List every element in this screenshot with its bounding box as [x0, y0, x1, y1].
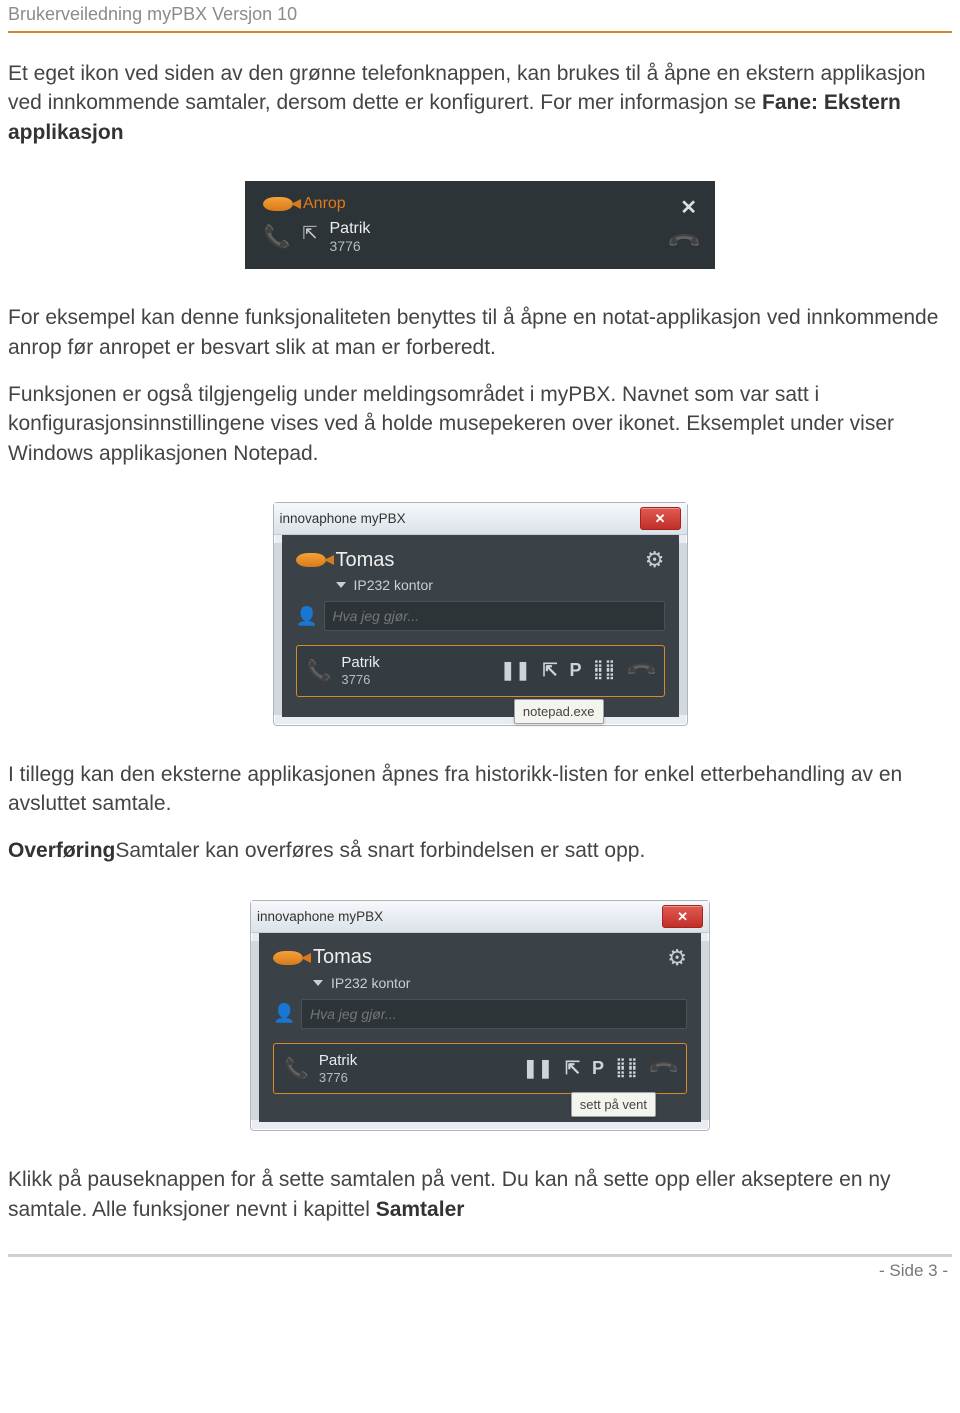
call-number: 3776 [319, 1070, 357, 1086]
park-p-icon[interactable]: P [570, 660, 582, 681]
active-call-box: 📞 Patrik 3776 ❚❚ ⇱ P ⠿⠿⠿⠿ 📞 notepad.exe [296, 645, 665, 697]
mypbx-window-notepad: innovaphone myPBX ✕ Tomas ⚙ IP232 kontor… [273, 502, 688, 726]
window-titlebar: innovaphone myPBX ✕ [274, 503, 687, 535]
fish-icon [263, 197, 293, 211]
device-label: IP232 kontor [354, 577, 433, 593]
scrollbar-right[interactable] [678, 543, 687, 715]
dialpad-icon[interactable]: ⠿⠿⠿⠿ [594, 662, 617, 680]
dialpad-icon[interactable]: ⠿⠿⠿⠿ [616, 1060, 639, 1078]
window-body: Tomas ⚙ IP232 kontor 👤 📞 Patrik 3776 [259, 933, 701, 1123]
paragraph-3: Funksjonen er også tilgjengelig under me… [8, 380, 952, 468]
footer-divider [8, 1254, 952, 1257]
tooltip-notepad: notepad.exe [514, 699, 604, 724]
pause-icon[interactable]: ❚❚ [500, 660, 530, 681]
presence-icon: 👤 [296, 606, 314, 627]
caller-info: Patrik 3776 [330, 219, 371, 255]
figure-2-container: innovaphone myPBX ✕ Tomas ⚙ IP232 kontor… [8, 502, 952, 726]
pause-icon[interactable]: ❚❚ [523, 1058, 553, 1079]
caller-number: 3776 [330, 238, 371, 255]
window-title: innovaphone myPBX [280, 511, 406, 526]
call-number: 3776 [341, 672, 379, 688]
caller-name: Patrik [330, 219, 371, 238]
gear-icon[interactable]: ⚙ [645, 547, 665, 573]
window-title: innovaphone myPBX [257, 909, 383, 924]
paragraph-5: OverføringSamtaler kan overføres så snar… [8, 836, 952, 865]
paragraph-2: For eksempel kan denne funksjonaliteten … [8, 303, 952, 362]
call-actions: ❚❚ ⇱ P ⠿⠿⠿⠿ 📞 [500, 658, 653, 683]
call-actions: ❚❚ ⇱ P ⠿⠿⠿⠿ 📞 [523, 1056, 676, 1081]
incoming-call-bar: Anrop ✕ 📞 ⇱ Patrik 3776 📞 [245, 181, 715, 269]
page-number: - Side 3 - [8, 1261, 952, 1281]
device-label: IP232 kontor [331, 975, 410, 991]
call-name: Patrik [341, 654, 379, 672]
external-app-icon[interactable]: ⇱ [542, 660, 557, 681]
mypbx-window-hold: innovaphone myPBX ✕ Tomas ⚙ IP232 kontor… [250, 900, 710, 1132]
hangup-icon[interactable]: 📞 [623, 653, 658, 688]
hangup-icon[interactable]: 📞 [664, 223, 702, 261]
answer-icon[interactable]: 📞 [263, 224, 290, 250]
active-call-box: 📞 Patrik 3776 ❚❚ ⇱ P ⠿⠿⠿⠿ 📞 sett på vent [273, 1043, 687, 1095]
hangup-icon[interactable]: 📞 [646, 1051, 681, 1086]
fish-icon [273, 951, 303, 965]
window-close-button[interactable]: ✕ [662, 905, 703, 928]
call-icon: 📞 [307, 658, 332, 683]
close-icon[interactable]: ✕ [680, 195, 697, 220]
paragraph-6-bold: Samtaler [376, 1198, 465, 1221]
park-p-icon[interactable]: P [592, 1058, 604, 1079]
figure-3-container: innovaphone myPBX ✕ Tomas ⚙ IP232 kontor… [8, 900, 952, 1132]
scrollbar-right[interactable] [700, 941, 709, 1121]
call-name: Patrik [319, 1052, 357, 1070]
call-labels: Patrik 3776 [319, 1052, 357, 1086]
paragraph-5-text: Samtaler kan overføres så snart forbinde… [115, 839, 645, 862]
external-app-icon[interactable]: ⇱ [302, 223, 317, 244]
window-close-button[interactable]: ✕ [640, 507, 681, 530]
paragraph-4: I tillegg kan den eksterne applikasjonen… [8, 760, 952, 819]
window-titlebar: innovaphone myPBX ✕ [251, 901, 709, 933]
figure-1-container: Anrop ✕ 📞 ⇱ Patrik 3776 📞 [8, 181, 952, 269]
document-header: Brukerveiledning myPBX Versjon 10 [8, 0, 952, 31]
chevron-down-icon[interactable] [336, 582, 346, 588]
paragraph-6: Klikk på pauseknappen for å sette samtal… [8, 1165, 952, 1224]
window-body: Tomas ⚙ IP232 kontor 👤 📞 Patrik 3776 [282, 535, 679, 717]
paragraph-1: Et eget ikon ved siden av den grønne tel… [8, 59, 952, 147]
status-input[interactable] [301, 999, 687, 1029]
fish-icon [296, 553, 326, 567]
gear-icon[interactable]: ⚙ [667, 945, 687, 971]
status-input[interactable] [324, 601, 665, 631]
header-divider [8, 31, 952, 33]
paragraph-5-bold: Overføring [8, 839, 115, 862]
user-name: Tomas [336, 549, 395, 572]
call-labels: Patrik 3776 [341, 654, 379, 688]
anrop-label: Anrop [303, 195, 346, 213]
user-name: Tomas [313, 946, 372, 969]
tooltip-hold: sett på vent [571, 1092, 656, 1117]
presence-icon: 👤 [273, 1003, 291, 1024]
call-icon: 📞 [284, 1056, 309, 1081]
external-app-icon[interactable]: ⇱ [565, 1058, 580, 1079]
chevron-down-icon[interactable] [313, 980, 323, 986]
